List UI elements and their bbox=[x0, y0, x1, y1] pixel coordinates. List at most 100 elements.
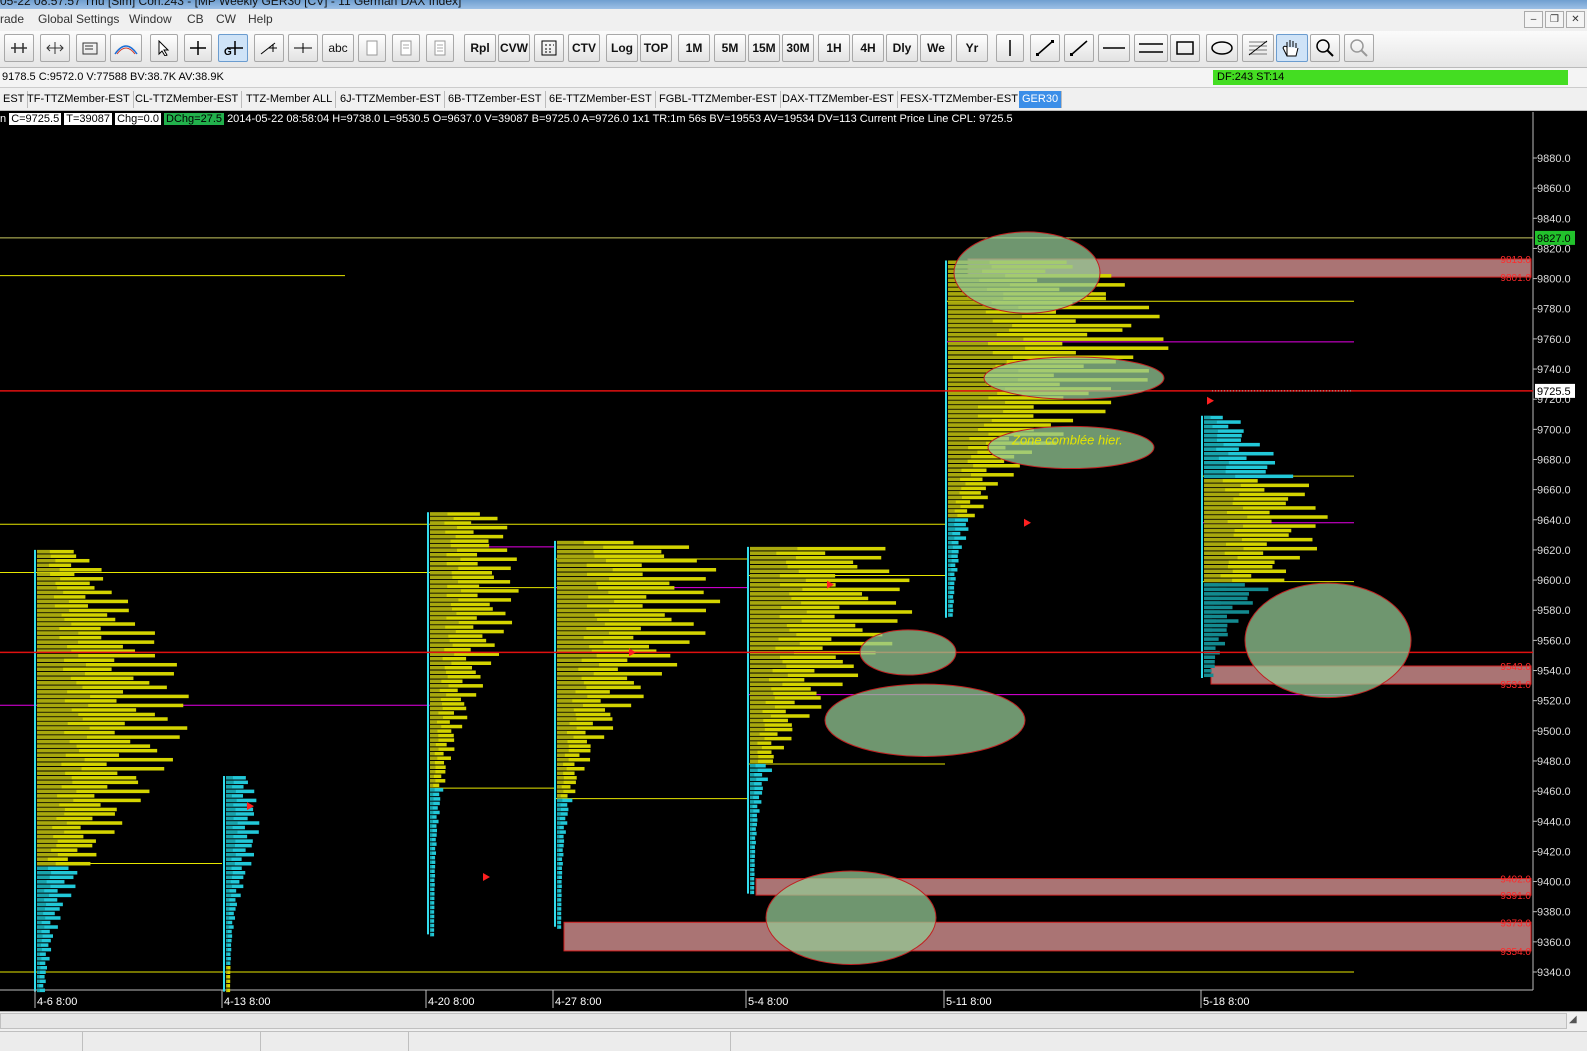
profile-bar-shade bbox=[430, 896, 432, 901]
vertical-line-tool-icon[interactable] bbox=[996, 34, 1024, 62]
tab-6j[interactable]: 6J-TTZMember-EST bbox=[337, 91, 445, 108]
tab-dax[interactable]: DAX-TTZMember-EST bbox=[779, 91, 898, 108]
profile-bar-shade bbox=[557, 866, 559, 871]
page-icon[interactable] bbox=[358, 34, 386, 62]
timeframe-4h-button[interactable]: 4H bbox=[852, 34, 884, 62]
properties-icon[interactable] bbox=[76, 34, 106, 62]
template-icon[interactable] bbox=[426, 34, 454, 62]
profile-bar-shade bbox=[37, 916, 46, 920]
menu-window[interactable]: Window bbox=[129, 12, 172, 26]
profile-bar-shade bbox=[557, 613, 595, 617]
ray-tool-icon[interactable] bbox=[1064, 34, 1094, 62]
profile-bar-shade bbox=[948, 495, 962, 500]
timeframe-1h-button[interactable]: 1H bbox=[818, 34, 850, 62]
profile-bar-shade bbox=[37, 581, 56, 586]
profile-bar-shade bbox=[1204, 565, 1228, 569]
profile-bar-shade bbox=[37, 925, 45, 929]
tab-ttz-member-all[interactable]: TTZ-Member ALL bbox=[243, 91, 337, 108]
fibonacci-tool-icon[interactable] bbox=[1242, 34, 1274, 62]
profile-bar-shade bbox=[430, 760, 435, 765]
profile-bar-shade bbox=[557, 662, 600, 667]
level-label: 9373.0 bbox=[1500, 918, 1531, 929]
market-profile-chart[interactable]: Zone comblée hier. 9813.0 9801.0 9543.0 9531… bbox=[0, 112, 1587, 1012]
profile-bar-shade bbox=[430, 779, 436, 783]
document-icon[interactable] bbox=[392, 34, 420, 62]
profile-bar-shade bbox=[37, 889, 45, 893]
profile-bar-shade bbox=[37, 825, 53, 830]
profile-bar-shade bbox=[37, 875, 50, 880]
tab-cl[interactable]: CL-TTZMember-EST bbox=[132, 91, 243, 108]
cursor-sync-icon[interactable] bbox=[4, 34, 34, 62]
profile-bar-shade bbox=[37, 604, 55, 608]
tab-6e[interactable]: 6E-TTZMember-EST bbox=[546, 91, 656, 108]
x-tick-label: 5-11 8:00 bbox=[946, 996, 992, 1008]
menu-cw[interactable]: CW bbox=[216, 12, 236, 26]
cvw-button[interactable]: CVW bbox=[498, 34, 530, 62]
trend-line-tool-icon[interactable] bbox=[1030, 34, 1060, 62]
menu-help[interactable]: Help bbox=[248, 12, 273, 26]
profile-bar-shade bbox=[557, 798, 563, 803]
timeframe-5m-button[interactable]: 5M bbox=[714, 34, 746, 62]
profile-bar-shade bbox=[557, 554, 595, 558]
profile-bar-shade bbox=[430, 742, 436, 747]
profile-bar-shade bbox=[750, 813, 753, 818]
profile-bar-shade bbox=[37, 938, 42, 943]
menu-trade[interactable]: rade bbox=[0, 12, 24, 26]
indicators-icon[interactable] bbox=[110, 34, 142, 62]
zoom-icon[interactable] bbox=[1310, 34, 1340, 62]
global-crosshair-icon[interactable]: G bbox=[218, 34, 248, 62]
profile-bar-shade bbox=[557, 590, 609, 595]
scale-icon[interactable] bbox=[40, 34, 70, 62]
y-tick-label: 9800.0 bbox=[1537, 274, 1571, 286]
horizontal-scrollbar[interactable] bbox=[0, 1013, 1567, 1029]
replay-button[interactable]: Rpl bbox=[464, 34, 496, 62]
profile-bar-shade bbox=[37, 812, 65, 816]
menu-cb[interactable]: CB bbox=[187, 12, 204, 26]
profile-bar-shade bbox=[557, 766, 567, 771]
pointer-icon[interactable] bbox=[150, 34, 178, 62]
log-button[interactable]: Log bbox=[606, 34, 638, 62]
text-tool-button[interactable]: abc bbox=[322, 34, 354, 62]
profile-bar-shade bbox=[1204, 438, 1217, 442]
timeframe-30m-button[interactable]: 30M bbox=[782, 34, 814, 62]
rectangle-tool-icon[interactable] bbox=[1170, 34, 1200, 62]
profile-bar-shade bbox=[37, 834, 54, 839]
channel-tool-icon[interactable] bbox=[1134, 34, 1168, 62]
horizontal-ray-tool-icon[interactable] bbox=[1098, 34, 1130, 62]
calculator-icon[interactable] bbox=[534, 34, 564, 62]
ctv-button[interactable]: CTV bbox=[568, 34, 600, 62]
restore-button[interactable]: ❐ bbox=[1545, 11, 1564, 28]
tab-fgbl[interactable]: FGBL-TTZMember-EST bbox=[656, 91, 781, 108]
x-tick-label: 4-13 8:00 bbox=[224, 996, 270, 1008]
ellipse-tool-icon[interactable] bbox=[1206, 34, 1238, 62]
zoom-reset-icon[interactable] bbox=[1344, 34, 1374, 62]
profile-bar-shade bbox=[430, 656, 443, 661]
timeframe-15m-button[interactable]: 15M bbox=[748, 34, 780, 62]
timeframe-1m-button[interactable]: 1M bbox=[678, 34, 710, 62]
profile-bar-shade bbox=[557, 699, 573, 703]
close-button[interactable]: ✕ bbox=[1566, 11, 1585, 28]
tab-fesx[interactable]: FESX-TTZMember-EST bbox=[897, 91, 1022, 108]
status-segment bbox=[82, 1032, 261, 1051]
tab-ger30[interactable]: GER30 bbox=[1019, 91, 1063, 108]
y-tick-label: 9500.0 bbox=[1537, 726, 1571, 738]
timeframe-yearly-button[interactable]: Yr bbox=[956, 34, 988, 62]
profile-bar-shade bbox=[750, 709, 763, 714]
timeframe-weekly-button[interactable]: We bbox=[920, 34, 952, 62]
profile-bar-shade bbox=[948, 337, 1024, 341]
tab-6b[interactable]: 6B-TTZember-EST bbox=[445, 91, 546, 108]
x-tick-label: 4-27 8:00 bbox=[555, 996, 601, 1008]
menu-global-settings[interactable]: Global Settings bbox=[38, 12, 119, 26]
tab-tf[interactable]: TF-TTZMember-EST bbox=[24, 91, 134, 108]
hand-pan-icon[interactable] bbox=[1276, 34, 1308, 62]
profile-bar-shade bbox=[557, 653, 597, 658]
profile-bar-shade bbox=[750, 659, 783, 664]
minimize-button[interactable]: – bbox=[1524, 11, 1543, 28]
crosshair-icon[interactable] bbox=[184, 34, 212, 62]
timeframe-daily-button[interactable]: Dly bbox=[886, 34, 918, 62]
measure-icon[interactable] bbox=[254, 34, 284, 62]
profile-bar-shade bbox=[37, 794, 58, 798]
horizontal-line-tool-icon[interactable] bbox=[288, 34, 318, 62]
resize-grip-icon[interactable]: ◢ bbox=[1569, 1014, 1583, 1028]
top-button[interactable]: TOP bbox=[640, 34, 672, 62]
